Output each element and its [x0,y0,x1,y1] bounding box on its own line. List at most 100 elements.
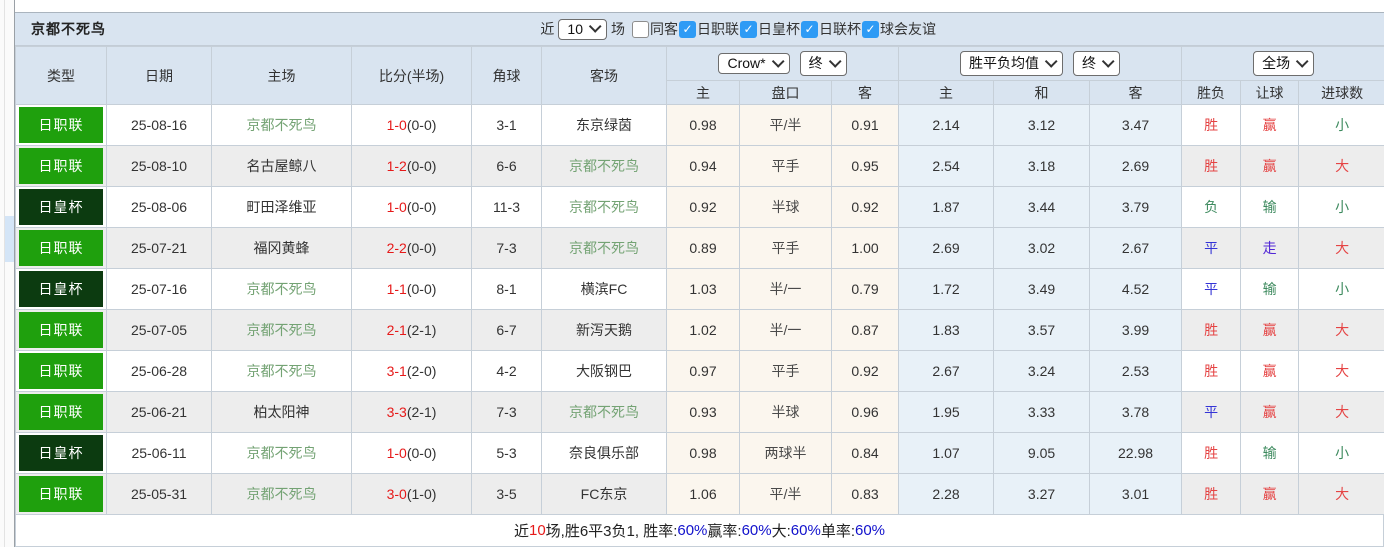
fulltime-score: 3-0 [386,486,407,502]
sub-header-result: 胜负 [1181,80,1242,105]
recent-count-select[interactable]: 10 [558,18,607,40]
crow-home-odds-cell: 0.92 [666,186,740,228]
type-cell: 日职联 [15,309,107,351]
corners-cell: 7-3 [471,391,542,433]
result-cell: 平 [1181,268,1242,310]
handicap-cell: 半球 [739,186,832,228]
crow-home-odds-cell: 0.89 [666,227,740,269]
mean-away-cell: 3.99 [1089,309,1183,351]
handicap-cell: 平手 [739,227,832,269]
mean-away-cell: 22.98 [1089,432,1183,474]
league-type-badge: 日职联 [19,230,103,266]
fulltime-score: 2-1 [386,322,407,338]
scope-select[interactable]: 全场 [1253,51,1315,76]
filter-checkbox-label: 日职联 [697,21,739,37]
mean-away-cell: 3.78 [1089,391,1183,433]
halftime-score: (0-0) [406,158,437,174]
league-type-badge: 日职联 [19,353,103,389]
fulltime-score: 1-0 [386,445,407,461]
mean-home-cell: 1.72 [898,268,995,310]
sidebar-highlight [5,216,14,262]
handicap-result-cell: 输 [1240,432,1300,474]
halftime-score: (0-0) [406,117,437,133]
score-cell: 3-1(2-0) [351,350,472,392]
filter-checkbox[interactable]: ✓ 球会友谊 [862,19,936,39]
handicap-cell: 平手 [739,145,832,187]
mean-draw-cell: 3.44 [993,186,1091,228]
recent-label: 近 [540,21,555,37]
summary-segment: 10 [528,522,546,539]
score-cell: 2-1(2-1) [351,309,472,351]
halftime-score: (0-0) [406,281,437,297]
score-cell: 3-3(2-1) [351,391,472,433]
fulltime-score: 1-0 [386,199,407,215]
summary-segment: 场,胜6平3负1, 胜率: [545,523,678,540]
date-cell: 25-07-05 [106,309,212,351]
crow-away-odds-cell: 0.92 [830,186,900,228]
score-cell: 1-2(0-0) [351,145,472,187]
sub-header-goals: 进球数 [1298,80,1384,105]
team-title: 京都不死鸟 [31,21,106,37]
match-row: 日职联 25-07-21 福冈黄蜂 2-2(0-0) 7-3 京都不死鸟 0.89 平手 1.0… [15,227,1384,269]
handicap-result-cell: 输 [1240,268,1300,310]
mean-type-select[interactable]: 胜平负均值 [960,51,1064,76]
match-row: 日皇杯 25-06-11 京都不死鸟 1-0(0-0) 5-3 奈良俱乐部 0.98 两球半 0… [15,432,1384,474]
score-cell: 1-1(0-0) [351,268,472,310]
type-cell: 日职联 [15,350,107,392]
chevron-down-icon [1044,54,1058,68]
mean-draw-cell: 3.49 [993,268,1091,310]
sub-header-mean-home: 主 [898,80,995,105]
halftime-score: (2-1) [406,322,437,338]
filter-checkbox[interactable]: 同客 [632,19,678,39]
date-cell: 25-08-10 [106,145,212,187]
checked-checkbox-icon[interactable]: ✓ [801,20,818,38]
panel-header: 京都不死鸟 近 10 场 同客 ✓ 日职联 ✓ 日皇杯 ✓ 日联杯 ✓ 球会友谊 [15,12,1384,46]
crow-home-odds-cell: 0.97 [666,350,740,392]
home-team-cell: 福冈黄蜂 [211,227,352,269]
odds-time-select[interactable]: 终 [799,51,847,76]
type-cell: 日皇杯 [15,268,107,310]
fulltime-score: 3-3 [386,404,407,420]
score-cell: 3-0(1-0) [351,473,472,515]
league-type-badge: 日职联 [19,394,103,430]
crow-home-odds-cell: 1.03 [666,268,740,310]
sub-header-mean-away: 客 [1089,80,1183,105]
fulltime-score: 1-1 [386,281,407,297]
mean-time-select[interactable]: 终 [1073,51,1121,76]
chevron-down-icon [588,20,602,33]
match-row: 日职联 25-08-16 京都不死鸟 1-0(0-0) 3-1 东京绿茵 0.98 平/半 0.… [15,104,1384,146]
checked-checkbox-icon[interactable]: ✓ [679,20,696,38]
type-cell: 日职联 [15,104,107,146]
checked-checkbox-icon[interactable]: ✓ [740,20,757,38]
filter-checkbox[interactable]: ✓ 日皇杯 [740,19,800,39]
home-team-cell: 京都不死鸟 [211,309,352,351]
checked-checkbox-icon[interactable]: ✓ [862,20,879,38]
type-cell: 日职联 [15,473,107,515]
unchecked-checkbox-icon[interactable] [632,20,649,38]
league-filter-group: 同客 ✓ 日职联 ✓ 日皇杯 ✓ 日联杯 ✓ 球会友谊 [632,19,936,39]
away-team-cell: 东京绿茵 [541,104,667,146]
home-team-cell: 京都不死鸟 [211,473,352,515]
mean-home-cell: 2.54 [898,145,995,187]
handicap-result-cell: 赢 [1240,350,1300,392]
home-team-cell: 町田泽维亚 [211,186,352,228]
match-row: 日皇杯 25-07-16 京都不死鸟 1-1(0-0) 8-1 横滨FC 1.03 半/一 0.… [15,268,1384,310]
crow-home-odds-cell: 0.98 [666,432,740,474]
mean-home-cell: 1.83 [898,309,995,351]
mean-away-cell: 2.69 [1089,145,1183,187]
mean-home-cell: 2.67 [898,350,995,392]
filter-checkbox-label: 日联杯 [819,21,861,37]
crow-away-odds-cell: 0.87 [830,309,900,351]
odds-company-select[interactable]: Crow* [718,53,790,74]
crow-away-odds-cell: 0.83 [830,473,900,515]
match-row: 日职联 25-07-05 京都不死鸟 2-1(2-1) 6-7 新泻天鹅 1.02 半/一 0.… [15,309,1384,351]
chevron-down-icon [1101,54,1115,68]
col-header-score: 比分(半场) [351,46,472,105]
crow-away-odds-cell: 0.95 [830,145,900,187]
goals-result-cell: 大 [1298,309,1384,351]
crow-away-odds-cell: 0.79 [830,268,900,310]
filter-checkbox[interactable]: ✓ 日职联 [679,19,739,39]
goals-result-cell: 大 [1298,350,1384,392]
mean-away-cell: 2.53 [1089,350,1183,392]
filter-checkbox[interactable]: ✓ 日联杯 [801,19,861,39]
